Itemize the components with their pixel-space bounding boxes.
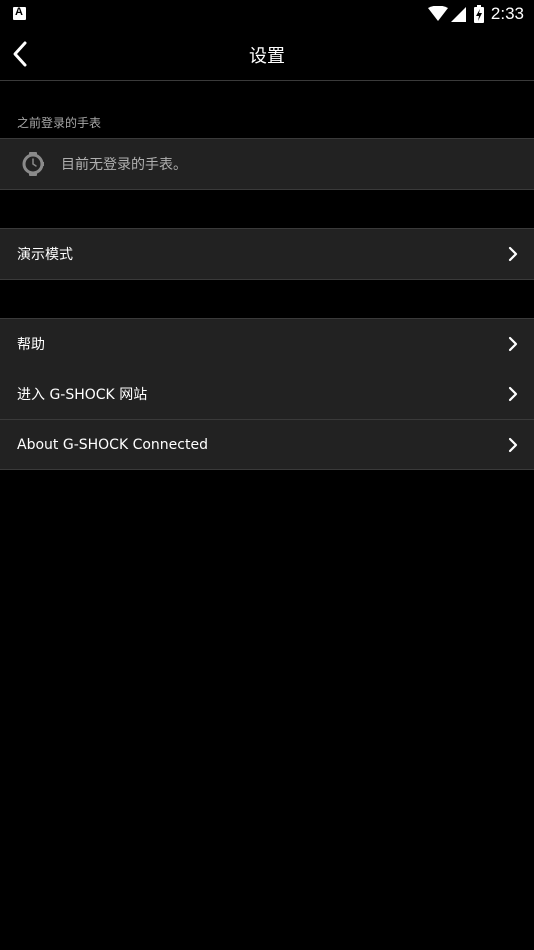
chevron-right-icon bbox=[508, 386, 518, 402]
watch-icon bbox=[22, 152, 44, 176]
no-registered-watch-text: 目前无登录的手表。 bbox=[61, 157, 187, 173]
registered-watch-empty-row: 目前无登录的手表。 bbox=[0, 139, 534, 189]
registered-watches-section-label: 之前登录的手表 bbox=[17, 116, 102, 130]
about-row[interactable]: About G-SHOCK Connected bbox=[0, 419, 534, 469]
chevron-right-icon bbox=[508, 336, 518, 352]
status-bar: 2:33 bbox=[0, 0, 534, 28]
gshock-website-label: 进入 G-SHOCK 网站 bbox=[17, 387, 148, 403]
help-label: 帮助 bbox=[17, 337, 45, 353]
cell-signal-icon bbox=[450, 7, 466, 22]
links-panel: 帮助 进入 G-SHOCK 网站 About G-SHOCK Connected bbox=[0, 318, 534, 470]
chevron-right-icon bbox=[508, 246, 518, 262]
notification-app-icon bbox=[13, 6, 26, 20]
demo-mode-panel: 演示模式 bbox=[0, 228, 534, 280]
registered-watches-panel: 目前无登录的手表。 bbox=[0, 138, 534, 190]
page-title: 设置 bbox=[249, 46, 285, 67]
gshock-website-row[interactable]: 进入 G-SHOCK 网站 bbox=[0, 369, 534, 419]
about-label: About G-SHOCK Connected bbox=[17, 436, 208, 453]
chevron-right-icon bbox=[508, 437, 518, 452]
status-time: 2:33 bbox=[490, 4, 524, 23]
wifi-icon bbox=[427, 6, 448, 21]
help-row[interactable]: 帮助 bbox=[0, 319, 534, 369]
status-indicators: 2:33 bbox=[427, 2, 524, 26]
demo-mode-row[interactable]: 演示模式 bbox=[0, 229, 534, 279]
battery-charging-icon bbox=[473, 5, 484, 23]
app-header: 设置 bbox=[0, 28, 534, 81]
demo-mode-label: 演示模式 bbox=[17, 247, 73, 263]
